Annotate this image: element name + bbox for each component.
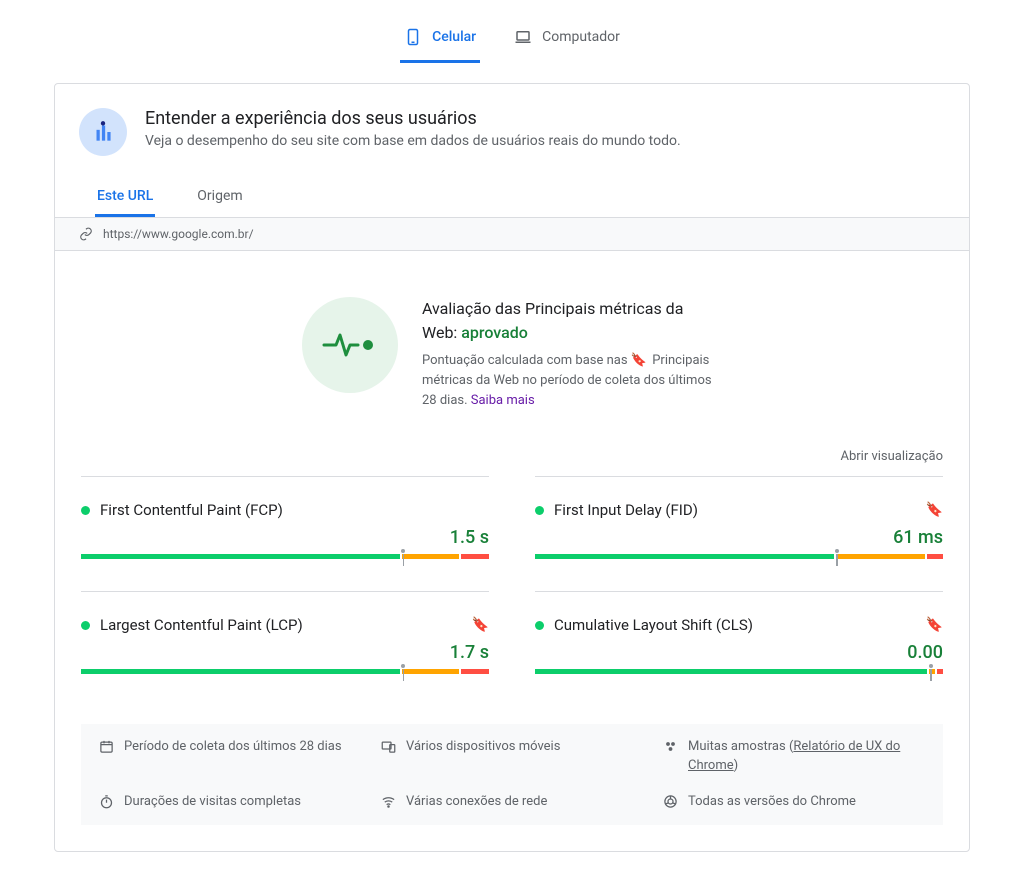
metric-name: First Input Delay (FID) xyxy=(554,501,916,519)
scope-tabs: Este URL Origem xyxy=(55,166,969,218)
phone-icon xyxy=(404,28,422,46)
device-tabs: Celular Computador xyxy=(0,0,1024,71)
bar-segment-good xyxy=(535,669,927,674)
tab-desktop[interactable]: Computador xyxy=(510,22,624,63)
status-dot-good xyxy=(81,506,90,515)
wifi-icon xyxy=(381,794,396,809)
metric-name: Cumulative Layout Shift (CLS) xyxy=(554,616,916,634)
bar-segment-needs-improvement xyxy=(836,554,925,559)
metric-card[interactable]: First Contentful Paint (FCP) 1.5 s xyxy=(81,476,489,591)
card-subtitle: Veja o desempenho do seu site com base e… xyxy=(145,133,681,149)
tab-origin[interactable]: Origem xyxy=(195,178,244,217)
assessment-block: Avaliação das Principais métricas da Web… xyxy=(55,251,969,441)
metric-name: First Contentful Paint (FCP) xyxy=(100,501,489,519)
metric-card[interactable]: Cumulative Layout Shift (CLS) 🔖 0.00 xyxy=(535,591,943,706)
bookmark-icon: 🔖 xyxy=(472,617,489,633)
meta-samples: Muitas amostras (Relatório de UX do Chro… xyxy=(663,738,925,774)
bar-segment-poor xyxy=(927,554,943,559)
percentile-marker xyxy=(401,549,405,566)
calendar-icon xyxy=(99,739,114,754)
status-dot-good xyxy=(535,506,544,515)
meta-versions: Todas as versões do Chrome xyxy=(663,793,925,811)
tab-desktop-label: Computador xyxy=(542,29,620,45)
field-data-card: Entender a experiência dos seus usuários… xyxy=(54,83,970,852)
bar-segment-poor xyxy=(461,669,489,674)
tab-mobile[interactable]: Celular xyxy=(400,22,480,63)
open-visualization-link[interactable]: Abrir visualização xyxy=(55,441,969,476)
bar-segment-needs-improvement xyxy=(402,554,459,559)
tab-mobile-label: Celular xyxy=(432,29,476,45)
devices-icon xyxy=(381,739,396,754)
distribution-bar xyxy=(535,554,943,559)
meta-durations: Durações de visitas completas xyxy=(99,793,361,811)
assessment-status: aprovado xyxy=(461,323,528,342)
url-text: https://www.google.com.br/ xyxy=(103,227,254,241)
meta-devices: Vários dispositivos móveis xyxy=(381,738,643,774)
meta-period: Período de coleta dos últimos 28 dias xyxy=(99,738,361,774)
bar-segment-good xyxy=(81,669,400,674)
learn-more-link[interactable]: Saiba mais xyxy=(471,393,535,408)
metric-card[interactable]: Largest Contentful Paint (LCP) 🔖 1.7 s xyxy=(81,591,489,706)
distribution-bar xyxy=(535,669,943,674)
bookmark-icon: 🔖 xyxy=(926,502,943,518)
metric-value: 1.7 s xyxy=(81,642,489,663)
samples-icon xyxy=(663,739,678,754)
status-dot-good xyxy=(535,621,544,630)
percentile-marker xyxy=(835,549,839,566)
bar-segment-good xyxy=(81,554,400,559)
metric-card[interactable]: First Input Delay (FID) 🔖 61 ms xyxy=(535,476,943,591)
url-bar: https://www.google.com.br/ xyxy=(55,218,969,251)
footer-meta: Período de coleta dos últimos 28 dias Vá… xyxy=(81,724,943,825)
meta-networks: Várias conexões de rede xyxy=(381,793,643,811)
metric-value: 0.00 xyxy=(535,642,943,663)
metrics-grid: First Contentful Paint (FCP) 1.5 s First… xyxy=(55,476,969,706)
distribution-bar xyxy=(81,669,489,674)
bar-segment-needs-improvement xyxy=(402,669,459,674)
status-dot-good xyxy=(81,621,90,630)
users-icon xyxy=(79,108,127,156)
percentile-marker xyxy=(401,664,405,681)
chrome-icon xyxy=(663,794,678,809)
assessment-title: Avaliação das Principais métricas da Web… xyxy=(422,297,722,345)
metric-value: 61 ms xyxy=(535,527,943,548)
card-title: Entender a experiência dos seus usuários xyxy=(145,108,681,129)
assessment-description: Pontuação calculada com base nas 🔖 Princ… xyxy=(422,351,722,411)
metric-value: 1.5 s xyxy=(81,527,489,548)
bar-segment-good xyxy=(535,554,834,559)
laptop-icon xyxy=(514,28,532,46)
stopwatch-icon xyxy=(99,794,114,809)
link-icon xyxy=(79,227,93,241)
tab-this-url[interactable]: Este URL xyxy=(95,178,155,217)
pulse-icon xyxy=(302,297,398,393)
bar-segment-poor xyxy=(937,669,943,674)
metric-name: Largest Contentful Paint (LCP) xyxy=(100,616,462,634)
distribution-bar xyxy=(81,554,489,559)
percentile-marker xyxy=(929,664,933,681)
bookmark-icon: 🔖 xyxy=(926,617,943,633)
bar-segment-poor xyxy=(461,554,489,559)
card-header: Entender a experiência dos seus usuários… xyxy=(55,108,969,166)
bookmark-icon: 🔖 xyxy=(631,353,647,368)
